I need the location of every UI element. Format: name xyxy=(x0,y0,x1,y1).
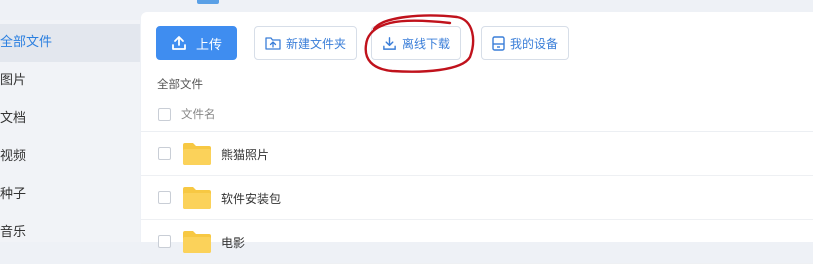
download-icon xyxy=(383,36,396,50)
column-header-filename[interactable]: 文件名 xyxy=(181,106,216,122)
new-folder-icon xyxy=(265,37,281,50)
sidebar-item-documents[interactable]: 文档 xyxy=(0,100,140,138)
folder-icon xyxy=(183,187,211,209)
list-item[interactable]: 熊猫照片 xyxy=(141,132,813,176)
select-all-checkbox[interactable] xyxy=(158,108,171,121)
file-name[interactable]: 电影 xyxy=(221,234,245,251)
new-folder-button[interactable]: 新建文件夹 xyxy=(254,26,358,60)
sidebar-item-label: 文档 xyxy=(0,111,27,126)
device-icon xyxy=(492,35,505,51)
file-name[interactable]: 熊猫照片 xyxy=(221,146,269,163)
my-devices-button[interactable]: 我的设备 xyxy=(481,26,570,60)
sidebar: 全部文件 图片 文档 视频 种子 音乐 xyxy=(0,20,140,242)
sidebar-item-videos[interactable]: 视频 xyxy=(0,138,140,176)
sidebar-item-music[interactable]: 音乐 xyxy=(0,214,140,252)
sidebar-item-label: 全部文件 xyxy=(0,35,53,50)
sidebar-item-all-files[interactable]: 全部文件 xyxy=(0,24,140,62)
breadcrumb: 全部文件 xyxy=(157,77,203,91)
folder-icon xyxy=(183,143,211,165)
sidebar-item-label: 视频 xyxy=(0,149,27,164)
sidebar-item-label: 种子 xyxy=(0,187,27,202)
sidebar-item-torrents[interactable]: 种子 xyxy=(0,176,140,214)
file-name[interactable]: 软件安装包 xyxy=(221,190,281,207)
list-header: 文件名 xyxy=(141,98,813,132)
list-item[interactable]: 软件安装包 xyxy=(141,176,813,220)
file-panel: 上传 新建文件夹 离线下载 我的设备 全部文件 文件名 熊猫照片 软件安装包 电… xyxy=(141,12,813,264)
row-checkbox[interactable] xyxy=(158,147,171,160)
top-tab-indicator xyxy=(197,0,219,4)
upload-button[interactable]: 上传 xyxy=(156,26,238,60)
upload-icon xyxy=(172,36,186,50)
offline-download-button[interactable]: 离线下载 xyxy=(371,26,462,60)
sidebar-item-images[interactable]: 图片 xyxy=(0,62,140,100)
sidebar-item-label: 音乐 xyxy=(0,225,27,240)
sidebar-item-label: 图片 xyxy=(0,73,27,88)
list-item[interactable]: 电影 xyxy=(141,220,813,264)
folder-icon xyxy=(183,231,211,253)
row-checkbox[interactable] xyxy=(158,191,171,204)
